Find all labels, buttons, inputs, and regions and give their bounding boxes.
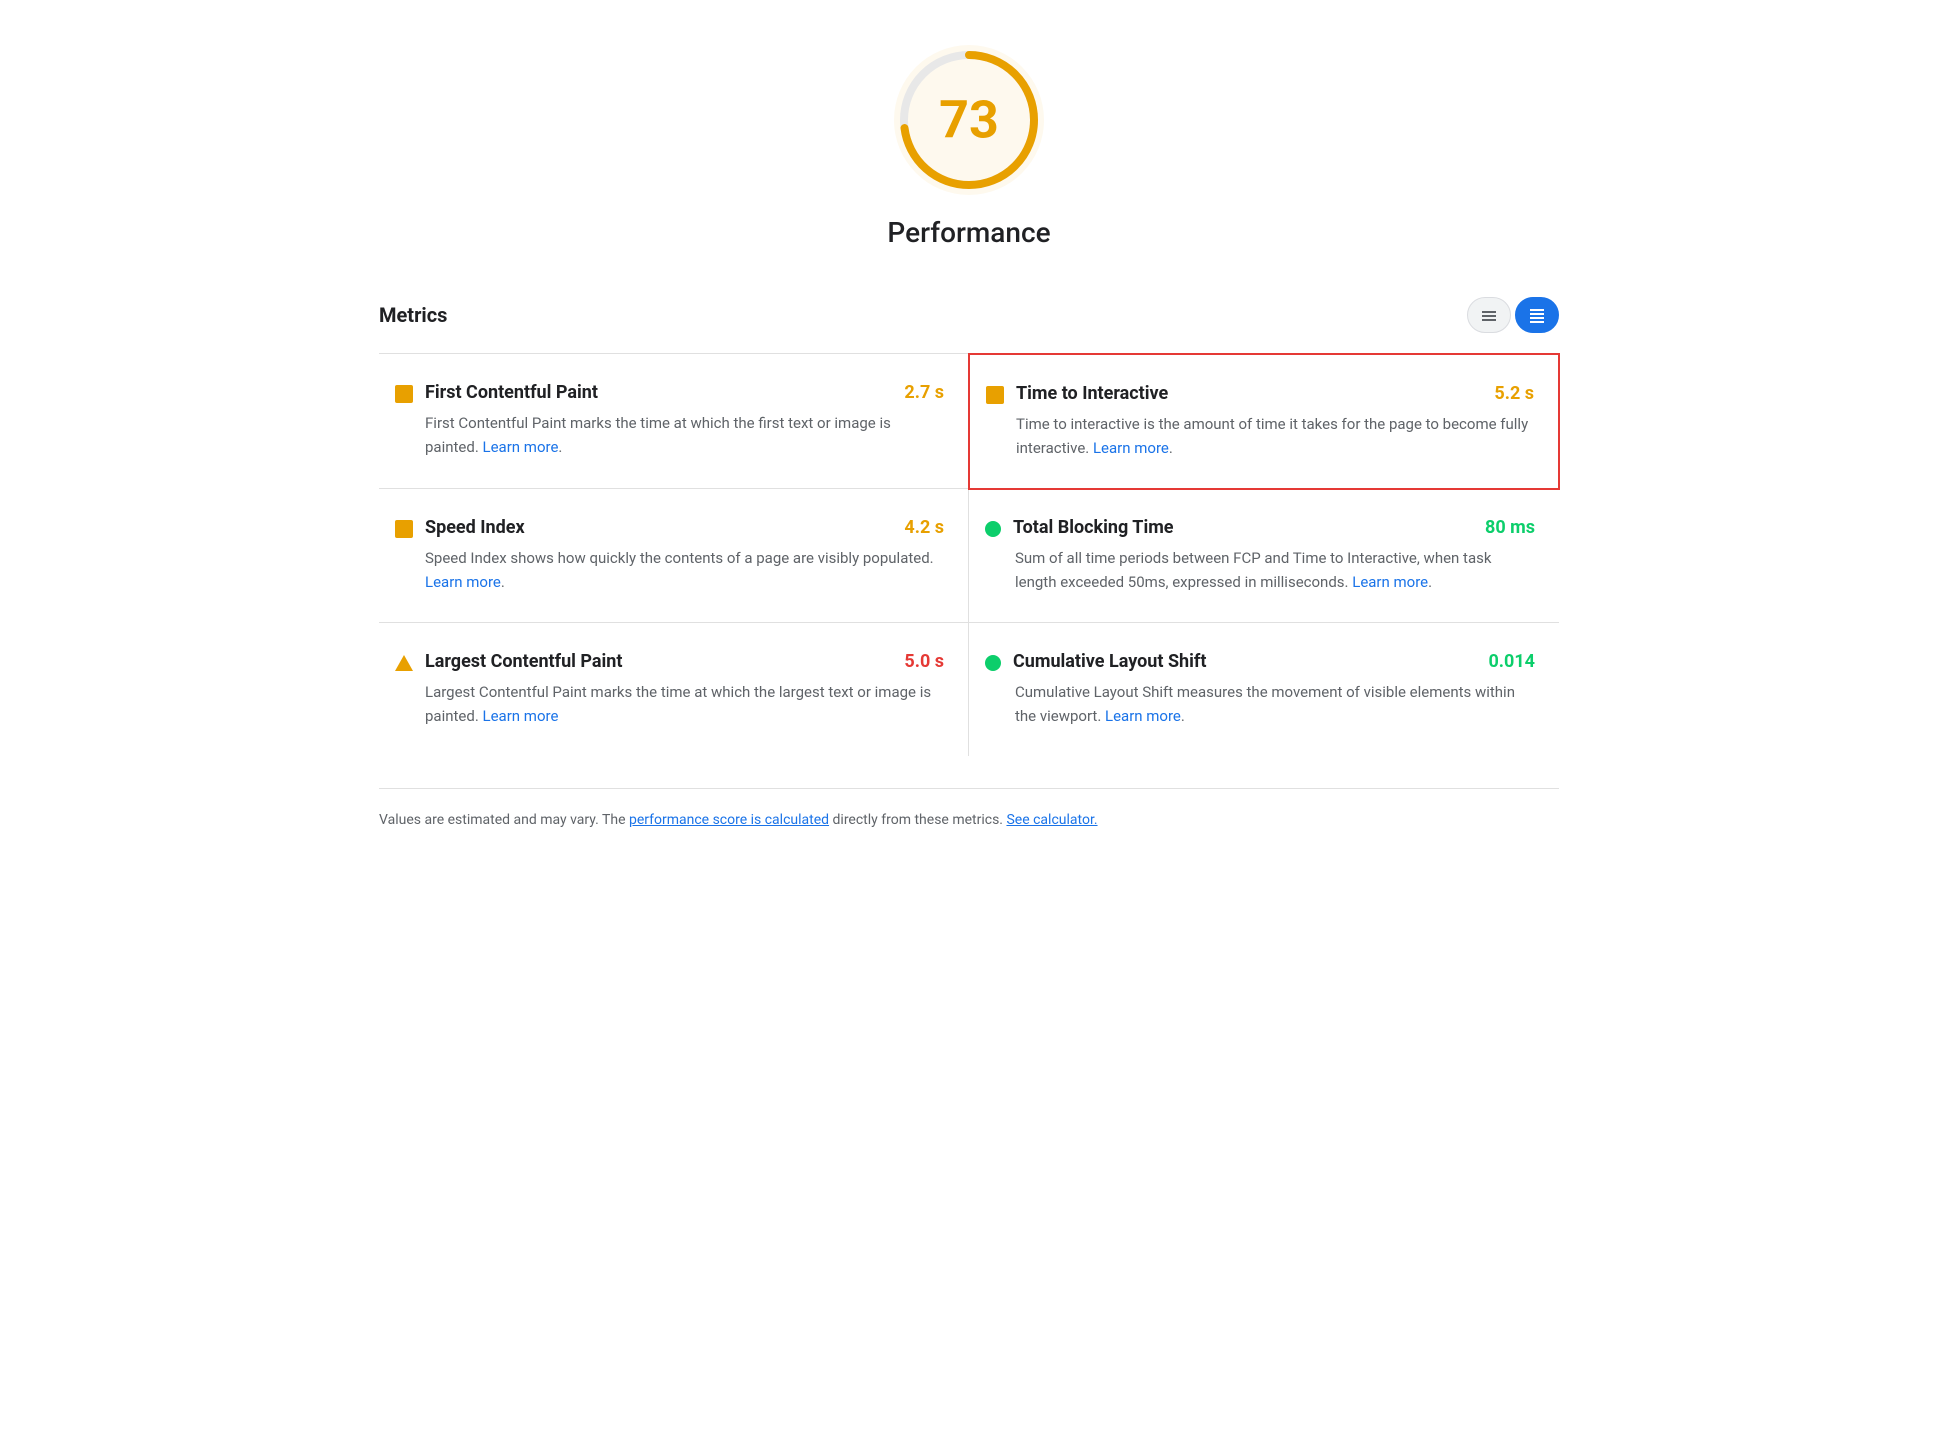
list-view-button[interactable] (1467, 297, 1511, 333)
metrics-title: Metrics (379, 303, 447, 327)
metrics-controls (1467, 297, 1559, 333)
footer-link-calculator[interactable]: See calculator. (1006, 812, 1097, 828)
tbt-learn-more[interactable]: Learn more (1352, 573, 1428, 591)
metrics-section: Metrics (379, 297, 1559, 756)
metric-tbt-header: Total Blocking Time 80 ms (985, 517, 1535, 538)
tbt-icon (985, 521, 1001, 537)
lcp-icon (395, 655, 413, 671)
si-title: Speed Index (425, 517, 525, 538)
cls-value: 0.014 (1488, 651, 1535, 672)
footer-note: Values are estimated and may vary. The p… (379, 788, 1559, 831)
footer-text-before: Values are estimated and may vary. The (379, 812, 629, 828)
detail-icon (1528, 306, 1546, 324)
metric-tti: Time to Interactive 5.2 s Time to intera… (968, 353, 1560, 490)
footer-text-middle: directly from these metrics. (829, 812, 1006, 828)
fcp-value: 2.7 s (904, 382, 944, 403)
score-section: 73 Performance (379, 40, 1559, 249)
si-value: 4.2 s (904, 517, 944, 538)
metric-fcp-header: First Contentful Paint 2.7 s (395, 382, 944, 403)
metrics-grid: First Contentful Paint 2.7 s First Conte… (379, 353, 1559, 756)
score-circle: 73 (889, 40, 1049, 200)
tti-title: Time to Interactive (1016, 383, 1168, 404)
fcp-icon (395, 385, 413, 403)
metric-fcp: First Contentful Paint 2.7 s First Conte… (379, 354, 969, 489)
fcp-learn-more[interactable]: Learn more (483, 438, 559, 456)
metric-tti-header: Time to Interactive 5.2 s (986, 383, 1534, 404)
tti-value: 5.2 s (1494, 383, 1534, 404)
si-learn-more[interactable]: Learn more (425, 573, 501, 591)
cls-description: Cumulative Layout Shift measures the mov… (985, 680, 1535, 728)
lcp-value: 5.0 s (904, 651, 944, 672)
score-label: Performance (887, 216, 1050, 249)
cls-learn-more[interactable]: Learn more (1105, 707, 1181, 725)
cls-title: Cumulative Layout Shift (1013, 651, 1206, 672)
tti-description: Time to interactive is the amount of tim… (986, 412, 1534, 460)
page-container: 73 Performance Metrics (319, 0, 1619, 871)
metric-si: Speed Index 4.2 s Speed Index shows how … (379, 489, 969, 623)
lcp-learn-more[interactable]: Learn more (483, 707, 559, 725)
metric-tbt: Total Blocking Time 80 ms Sum of all tim… (969, 489, 1559, 623)
tbt-value: 80 ms (1485, 517, 1535, 538)
metric-cls-header: Cumulative Layout Shift 0.014 (985, 651, 1535, 672)
metric-cls: Cumulative Layout Shift 0.014 Cumulative… (969, 623, 1559, 756)
tti-icon (986, 386, 1004, 404)
metric-si-header: Speed Index 4.2 s (395, 517, 944, 538)
fcp-description: First Contentful Paint marks the time at… (395, 411, 944, 459)
score-value: 73 (939, 90, 999, 151)
lcp-description: Largest Contentful Paint marks the time … (395, 680, 944, 728)
tbt-description: Sum of all time periods between FCP and … (985, 546, 1535, 594)
tbt-title: Total Blocking Time (1013, 517, 1174, 538)
si-icon (395, 520, 413, 538)
fcp-title: First Contentful Paint (425, 382, 598, 403)
detail-view-button[interactable] (1515, 297, 1559, 333)
cls-icon (985, 655, 1001, 671)
tti-learn-more[interactable]: Learn more (1093, 439, 1169, 457)
si-description: Speed Index shows how quickly the conten… (395, 546, 944, 594)
metrics-header: Metrics (379, 297, 1559, 333)
metric-lcp-header: Largest Contentful Paint 5.0 s (395, 651, 944, 672)
list-icon (1480, 306, 1498, 324)
lcp-title: Largest Contentful Paint (425, 651, 622, 672)
footer-link-score[interactable]: performance score is calculated (629, 812, 829, 828)
metric-lcp: Largest Contentful Paint 5.0 s Largest C… (379, 623, 969, 756)
